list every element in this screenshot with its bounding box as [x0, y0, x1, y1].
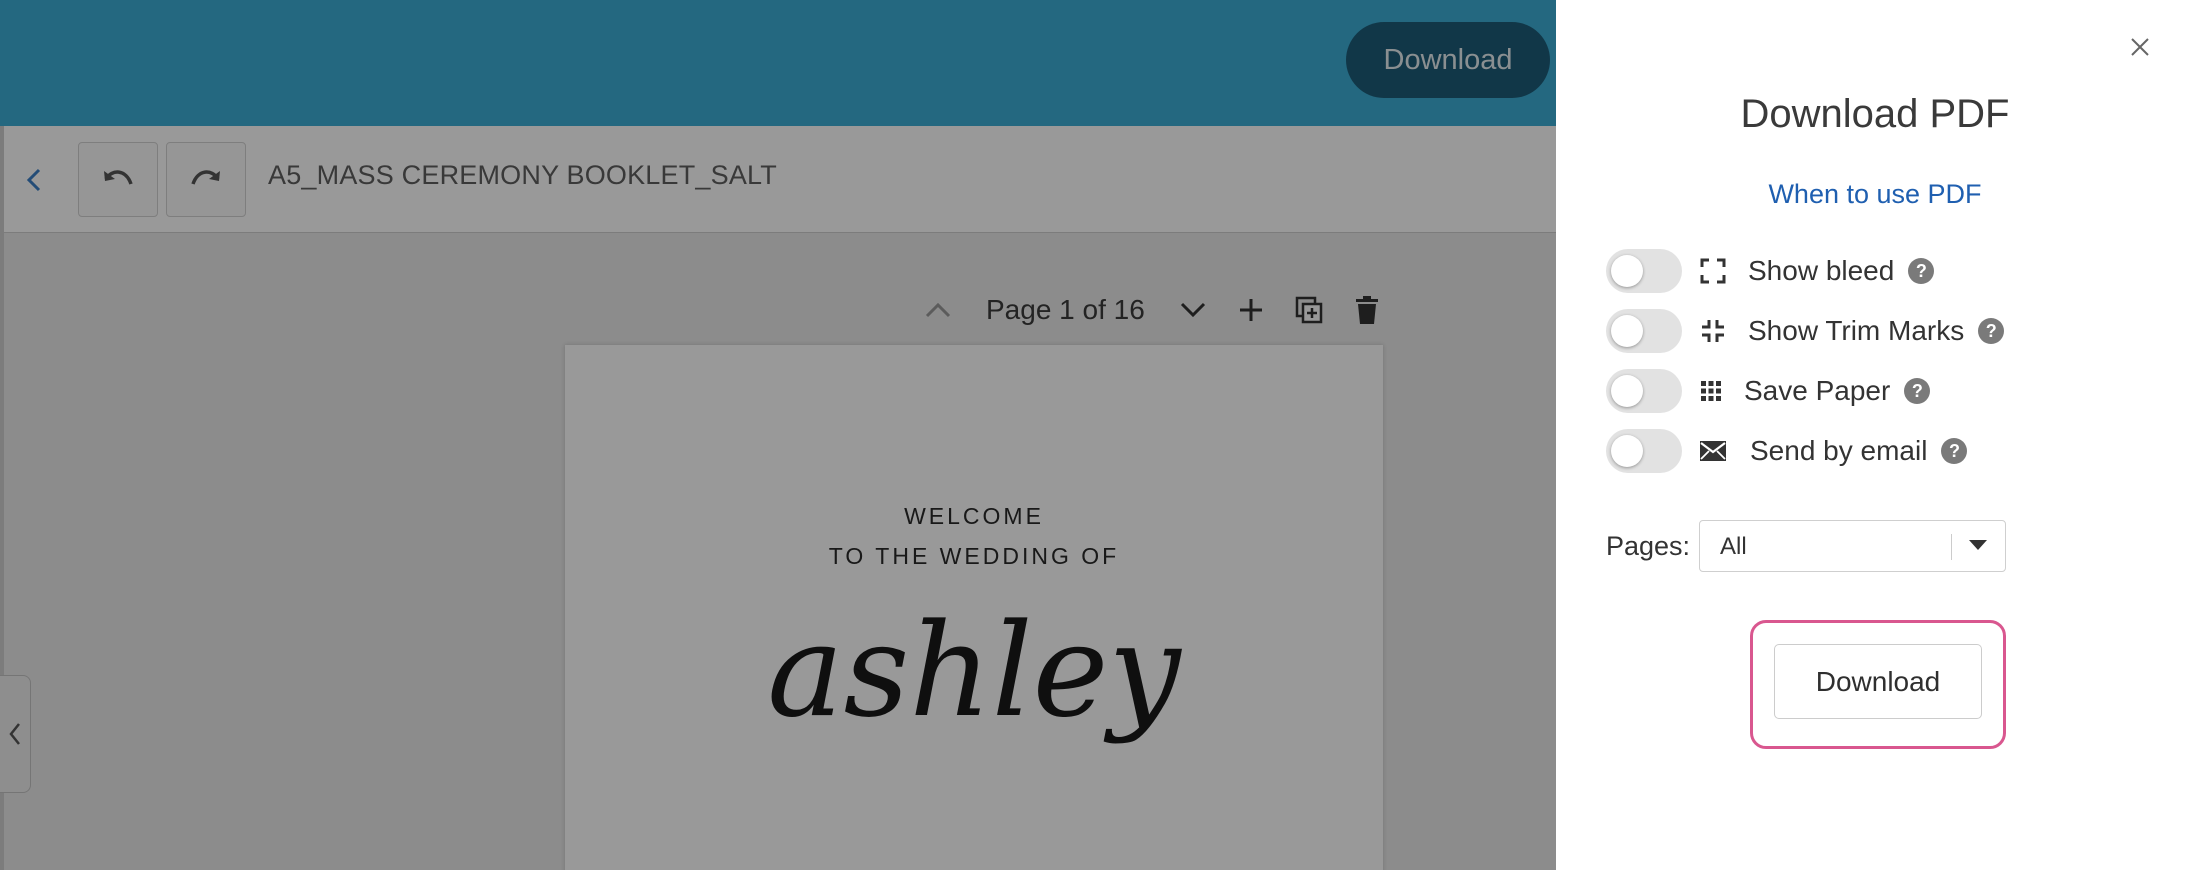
show-trim-marks-label: Show Trim Marks: [1748, 315, 1965, 346]
trim-marks-icon: [1698, 316, 1728, 346]
pages-select[interactable]: All: [1699, 520, 2006, 572]
send-by-email-label: Send by email: [1750, 435, 1928, 466]
download-button[interactable]: Download: [1774, 644, 1982, 719]
show-bleed-label: Show bleed: [1748, 255, 1895, 286]
grid-icon: [1696, 376, 1726, 406]
option-show-bleed: Show bleed ?: [1606, 248, 1935, 294]
modal-title: Download PDF: [1740, 92, 2010, 136]
caret-down-icon: [1969, 540, 1987, 550]
save-paper-toggle[interactable]: [1606, 369, 1682, 413]
show-bleed-help-icon[interactable]: ?: [1908, 258, 1935, 284]
pages-select-divider: [1951, 534, 1952, 560]
show-trim-marks-toggle[interactable]: [1606, 309, 1682, 353]
send-by-email-help-icon[interactable]: ?: [1941, 438, 1968, 464]
pages-select-value: All: [1720, 533, 1747, 560]
option-send-by-email: Send by email ?: [1606, 428, 1968, 474]
expand-corners-icon: [1698, 256, 1728, 286]
envelope-icon: [1698, 436, 1728, 466]
option-show-trim-marks: Show Trim Marks ?: [1606, 308, 2005, 354]
show-bleed-toggle[interactable]: [1606, 249, 1682, 293]
option-save-paper: Save Paper ?: [1606, 368, 1931, 414]
when-to-use-pdf-link[interactable]: When to use PDF: [1556, 179, 2194, 210]
save-paper-help-icon[interactable]: ?: [1904, 378, 1931, 404]
show-trim-marks-help-icon[interactable]: ?: [1978, 318, 2005, 344]
pages-label: Pages:: [1606, 531, 1691, 561]
download-pdf-modal: Download PDF When to use PDF Show bleed …: [1556, 0, 2194, 870]
modal-backdrop[interactable]: [0, 0, 1556, 870]
editor-area: Download A5_MASS CEREMONY BOOKLET_SALT P…: [0, 0, 1556, 870]
send-by-email-toggle[interactable]: [1606, 429, 1682, 473]
save-paper-label: Save Paper: [1744, 375, 1891, 406]
close-icon[interactable]: [2123, 30, 2157, 64]
